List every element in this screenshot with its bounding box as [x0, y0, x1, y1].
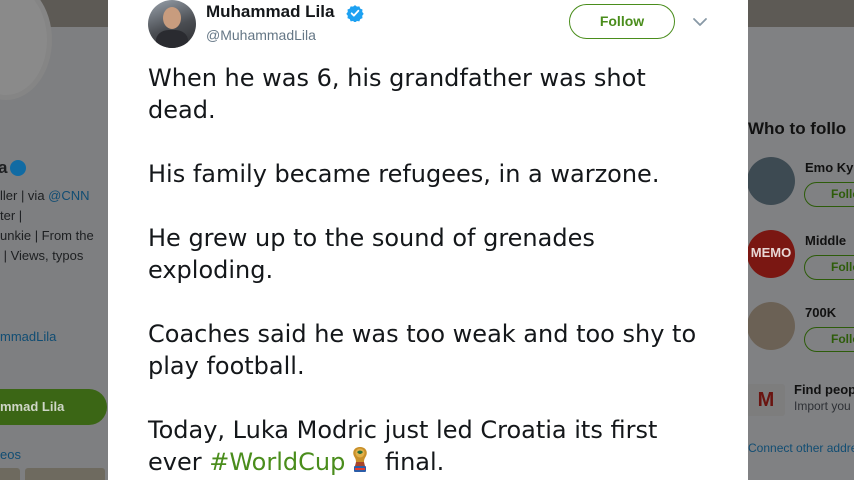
who-to-follow-name[interactable]: Emo Ky [805, 160, 853, 175]
who-to-follow-name[interactable]: Middle [805, 233, 846, 248]
media-thumbnail[interactable] [0, 468, 20, 480]
bio-line: ller | via [0, 188, 49, 203]
tweet-paragraph: Coaches said he was too weak and too shy… [148, 320, 697, 380]
bio-line: ter | [0, 208, 23, 223]
who-to-follow-item: 700K Follo [747, 302, 854, 362]
follow-button[interactable]: Follo [804, 327, 854, 352]
tweet-paragraph: Today, Luka Modric just led Croatia its … [148, 414, 718, 478]
find-people-card[interactable]: M Find peop Import you [747, 378, 854, 418]
find-people-subtitle: Import you [794, 399, 851, 413]
author-name[interactable]: Muhammad Lila [206, 2, 334, 22]
bio-line: unkie | From the [0, 228, 94, 243]
connect-address-book-link[interactable]: Connect other addre [748, 441, 854, 455]
media-thumbnail[interactable] [25, 468, 105, 480]
follow-button[interactable]: Follow [569, 4, 675, 39]
tweet-text: When he was 6, his grandfather was shot … [148, 62, 718, 478]
who-to-follow-name[interactable]: 700K [805, 305, 836, 320]
profile-name: a [0, 158, 8, 177]
world-cup-trophy-icon [353, 447, 368, 472]
who-to-follow-title: Who to follo [748, 119, 847, 138]
profile-bio: ller | via @CNN ter | unkie | From the |… [0, 186, 94, 266]
tweet-paragraph: He grew up to the sound of grenades expl… [148, 224, 595, 284]
profile-tweet-to-button[interactable]: mmad Lila [0, 389, 107, 425]
profile-avatar[interactable] [0, 0, 52, 100]
tweet-paragraph: His family became refugees, in a warzone… [148, 160, 660, 188]
photos-videos-link[interactable]: eos [0, 447, 21, 462]
tweet-text-segment: final. [377, 448, 445, 476]
tweet-paragraph: When he was 6, his grandfather was shot … [148, 64, 646, 124]
avatar[interactable] [747, 302, 795, 350]
who-to-follow-item: Emo Ky Follo [747, 157, 854, 217]
hashtag-link[interactable]: #WorldCup [209, 448, 345, 476]
find-people-title: Find peop [794, 382, 854, 397]
gmail-icon: M [747, 384, 785, 416]
follow-button[interactable]: Follo [804, 182, 854, 207]
author-avatar[interactable] [148, 0, 196, 48]
tweet-modal: Muhammad Lila @MuhammadLila Follow When … [108, 0, 748, 480]
chevron-down-icon[interactable] [692, 14, 708, 30]
bio-cnn-link[interactable]: @CNN [48, 188, 89, 203]
verified-badge-icon [346, 5, 364, 22]
author-handle[interactable]: @MuhammadLila [206, 27, 316, 43]
bio-line: | Views, typos [0, 248, 84, 263]
who-to-follow-item: MEMO Middle Follo [747, 230, 854, 290]
profile-handle-link[interactable]: mmadLila [0, 329, 56, 344]
follow-button[interactable]: Follo [804, 255, 854, 280]
verified-badge-icon [10, 160, 26, 176]
avatar[interactable]: MEMO [747, 230, 795, 278]
profile-sidebar: a ller | via @CNN ter | unkie | From the… [0, 0, 108, 480]
avatar[interactable] [747, 157, 795, 205]
